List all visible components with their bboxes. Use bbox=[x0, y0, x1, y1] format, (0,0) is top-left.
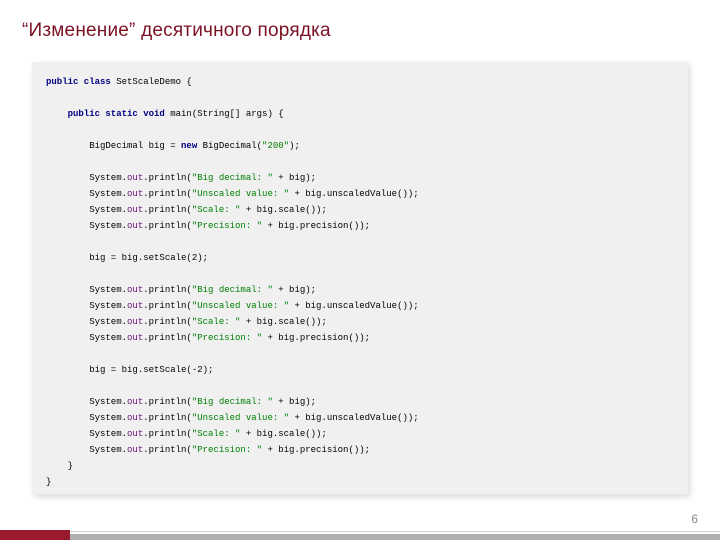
page-number: 6 bbox=[691, 512, 698, 526]
footer-bar-accent bbox=[0, 530, 70, 540]
footer-bar-light bbox=[0, 534, 720, 540]
code-block: public class SetScaleDemo { public stati… bbox=[32, 62, 688, 494]
slide: “Изменение” десятичного порядка public c… bbox=[0, 0, 720, 540]
slide-title: “Изменение” десятичного порядка bbox=[22, 20, 331, 42]
code: public class SetScaleDemo { public stati… bbox=[46, 74, 674, 490]
footer-divider bbox=[0, 531, 720, 532]
